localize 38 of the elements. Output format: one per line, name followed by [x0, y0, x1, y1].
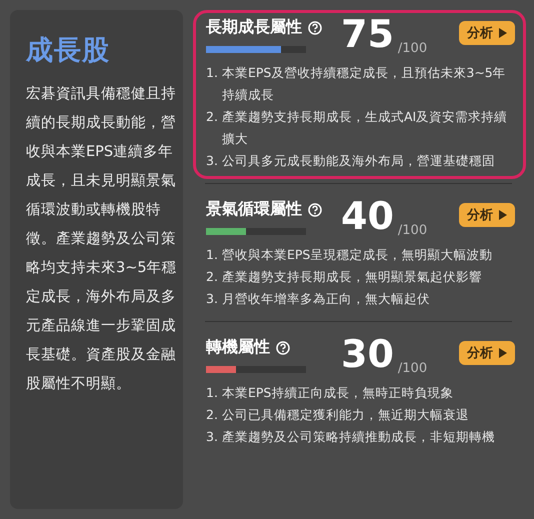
help-icon[interactable]	[308, 202, 322, 216]
analyze-button[interactable]: 分析	[459, 341, 515, 365]
point-text: 公司已具備穩定獲利能力，無近期大幅衰退	[222, 406, 470, 424]
point-text: 月營收年增率多為正向，無大幅起伏	[222, 290, 431, 308]
item-number: 3.	[206, 152, 219, 170]
play-icon	[499, 348, 507, 358]
item-number: 1.	[206, 384, 219, 402]
category-title: 成長股	[26, 34, 111, 68]
score-value: 40	[341, 195, 394, 237]
item-number: 2.	[206, 406, 219, 424]
point-text: 本業EPS及營收持續穩定成長，且預估未來3~5年持續成長	[222, 64, 507, 104]
item-number: 2.	[206, 108, 219, 126]
point-text: 產業趨勢及公司策略持續推動成長，非短期轉機	[222, 428, 496, 446]
play-icon	[499, 28, 507, 38]
item-number: 2.	[206, 268, 219, 286]
attribute-title: 長期成長屬性	[206, 17, 302, 38]
score-value: 30	[341, 333, 394, 375]
item-number: 1.	[206, 246, 219, 264]
score-value: 75	[341, 13, 394, 55]
help-icon[interactable]	[308, 20, 322, 34]
attribute-title: 景氣循環屬性	[206, 199, 302, 220]
score-max: /100	[398, 361, 428, 376]
analyze-button[interactable]: 分析	[459, 21, 515, 45]
point-text: 產業趨勢支持長期成長，生成式AI及資安需求持續擴大	[222, 108, 508, 148]
score-max: /100	[398, 223, 428, 238]
point-text: 營收與本業EPS呈現穩定成長，無明顯大幅波動	[222, 246, 494, 264]
play-icon	[499, 210, 507, 220]
item-number: 1.	[206, 64, 219, 82]
item-number: 3.	[206, 428, 219, 446]
point-text: 本業EPS持續正向成長，無時正時負現象	[222, 384, 454, 402]
item-number: 3.	[206, 290, 219, 308]
attribute-title: 轉機屬性	[206, 337, 270, 358]
score-max: /100	[398, 41, 428, 56]
point-text: 產業趨勢支持長期成長，無明顯景氣起伏影響	[222, 268, 483, 286]
help-icon[interactable]	[276, 340, 290, 354]
point-text: 公司具多元成長動能及海外布局，營運基礎穩固	[222, 152, 496, 170]
analyze-button[interactable]: 分析	[459, 203, 515, 227]
summary-text: 宏碁資訊具備穩健且持續的長期成長動能，營收與本業EPS連續多年成長，且未見明顯景氣循環波動或轉機股特徵。產業趨勢及公司策略均支持未來3~5年穩定成長，海外布局及多元產品線進一步鞏固成長基礎。資產股及金融股屬性不明顯。	[26, 84, 177, 394]
